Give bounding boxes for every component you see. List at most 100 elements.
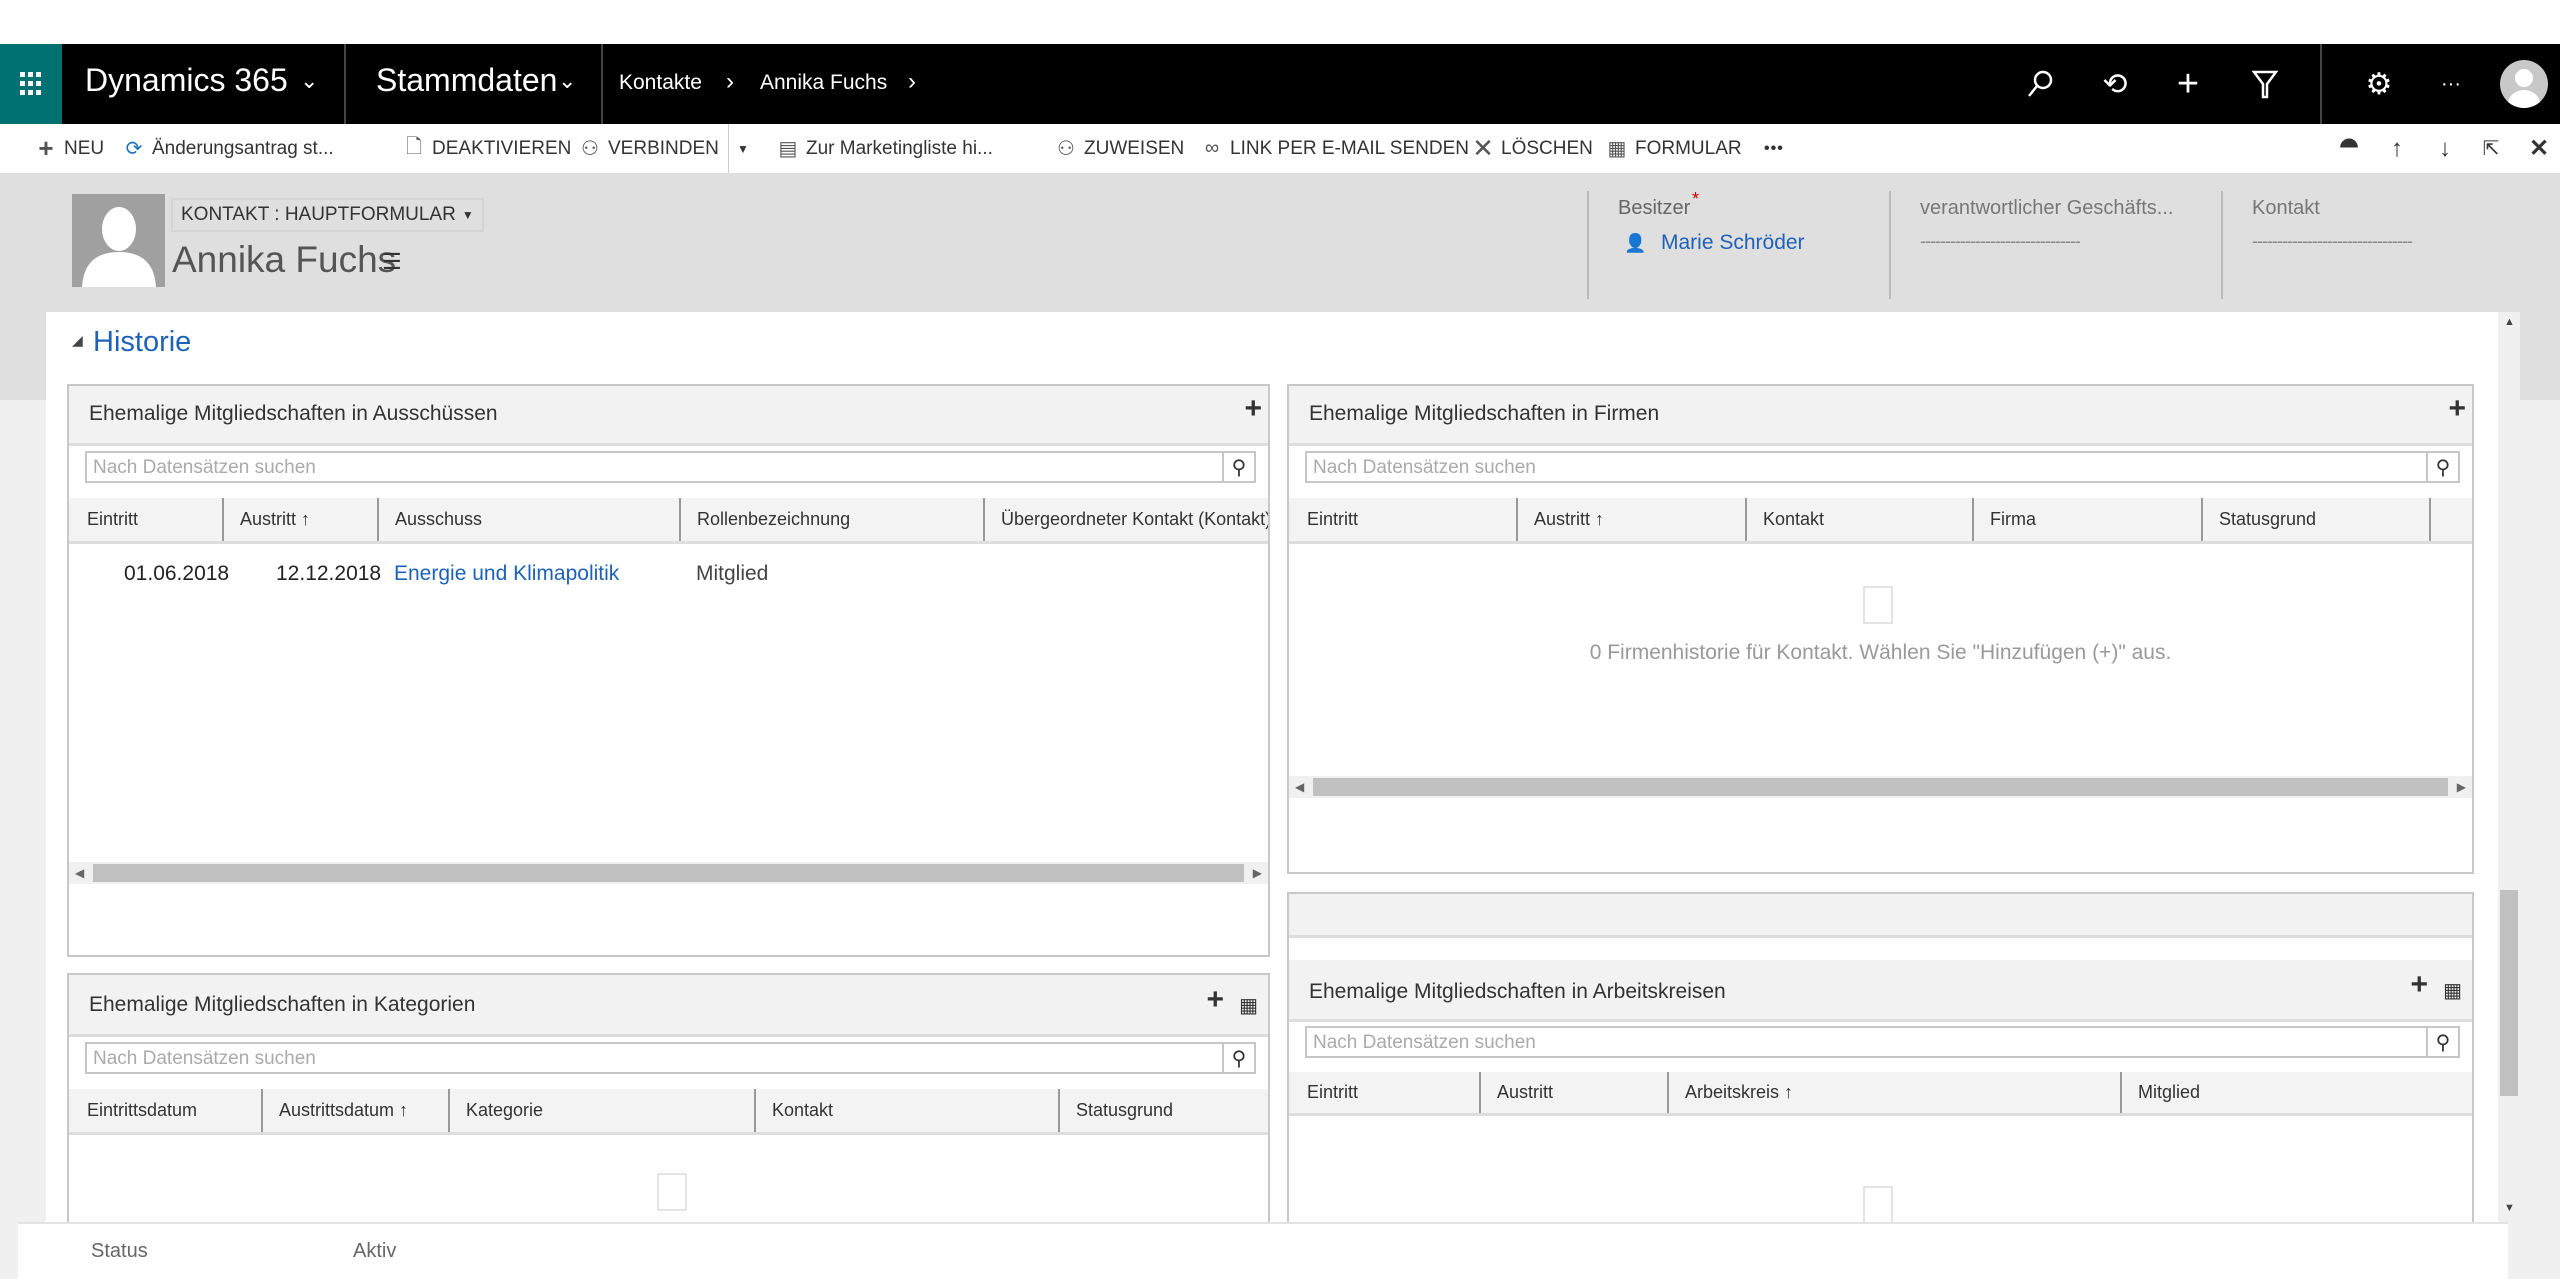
arrow-down-icon[interactable]: ↓ [2430,124,2460,173]
col-header[interactable]: Eintritt [1307,1072,1358,1113]
app-launcher-button[interactable] [0,44,62,124]
assign-button[interactable]: ⚇ Zuweisen [1054,124,1184,173]
connect-button[interactable]: ⚇ Verbinden [578,124,719,173]
scrollbar-thumb[interactable] [2500,890,2518,1096]
area-selector[interactable]: Stammdaten [376,62,557,99]
horizontal-scrollbar[interactable]: ◀ ▶ [69,862,1268,884]
grid-working-groups: Ehemalige Mitgliedschaften in Arbeitskre… [1287,892,2474,1272]
hierarchy-icon[interactable]: ⯊ [2334,124,2364,173]
email-link-button[interactable]: ∞ Link per E-Mail senden [1200,124,1469,173]
col-header[interactable]: Austrittsdatum ↑ [261,1089,408,1132]
blank-header [1289,894,2472,938]
col-header[interactable]: Eintrittsdatum [87,1089,197,1132]
col-header-spacer [2429,498,2447,541]
col-header[interactable]: Eintritt [87,498,138,541]
close-icon[interactable]: ✕ [2524,124,2554,173]
col-header[interactable]: Statusgrund [1058,1089,1173,1132]
connect-dropdown[interactable]: ▼ [728,124,749,173]
col-header[interactable]: Kontakt [754,1089,833,1132]
column-headers: Eintritt Austritt ↑ Kontakt Firma Status… [1289,498,2472,544]
chevron-down-icon[interactable]: ⌄ [558,68,576,94]
col-header[interactable]: Rollenbezeichnung [679,498,850,541]
collapse-triangle-icon[interactable]: ◢ [72,332,83,349]
gear-icon[interactable]: ⚙ [2361,66,2397,102]
status-label: Status [91,1240,148,1262]
col-header[interactable]: Kategorie [448,1089,543,1132]
chevron-down-icon[interactable]: ⌄ [300,68,318,94]
col-header[interactable]: Arbeitskreis ↑ [1667,1072,1793,1113]
search-input[interactable]: Nach Datensätzen suchen ⚲ [1305,451,2460,483]
add-icon[interactable]: + [1206,983,1224,1017]
col-header[interactable]: Austritt [1479,1072,1553,1113]
vertical-scrollbar[interactable]: ▲ ▼ [2498,312,2520,1222]
form-button[interactable]: ▦ Formular [1605,124,1742,173]
arrow-up-icon[interactable]: ↑ [2382,124,2412,173]
search-input[interactable]: Nach Datensätzen suchen ⚲ [85,1042,1256,1074]
more-commands-button[interactable]: ••• [1764,124,1784,173]
grid-view-icon[interactable]: ▦ [1239,993,1258,1018]
search-icon[interactable]: ⚲ [2426,1028,2458,1056]
add-icon[interactable]: + [2448,392,2466,426]
breadcrumb-kontakte[interactable]: Kontakte [619,71,702,95]
grid-title: Ehemalige Mitgliedschaften in Arbeitskre… [1309,980,1726,1003]
contact-label: Kontakt [2252,197,2320,219]
empty-message: 0 Firmenhistorie für Kontakt. Wählen Sie… [1589,641,2172,664]
more-icon[interactable]: ··· [2433,66,2469,102]
cell-committee-link[interactable]: Energie und Klimapolitik [394,562,619,586]
change-request-button[interactable]: ⟳ Änderungsantrag st... [122,124,334,173]
divider [344,44,346,124]
breadcrumb-record[interactable]: Annika Fuchs [760,71,887,95]
section-title[interactable]: Historie [93,326,191,359]
col-header[interactable]: Statusgrund [2201,498,2316,541]
chevron-right-icon[interactable]: › [908,68,916,96]
empty-document-icon [657,1173,687,1211]
search-input[interactable]: Nach Datensätzen suchen ⚲ [85,451,1256,483]
search-input[interactable]: Nach Datensätzen suchen ⚲ [1305,1026,2460,1058]
col-header[interactable]: Austritt ↑ [1516,498,1604,541]
contact-value[interactable]: -------------------------------- [2252,231,2413,252]
filter-icon[interactable] [2247,66,2283,102]
close-icon: ✕ [1472,133,1494,163]
popout-icon[interactable]: ⇱ [2476,124,2506,173]
user-icon: 👤 [1624,233,1647,253]
form-body: ◢ Historie Ehemalige Mitgliedschaften in… [46,312,2498,1273]
command-bar: + Neu ⟳ Änderungsantrag st... 🗋 Deaktiviere… [0,124,2560,173]
search-icon[interactable]: ⚲ [1222,453,1254,481]
record-menu-icon[interactable]: ☰ [382,249,402,275]
col-header[interactable]: Übergeordneter Kontakt (Kontakt) [983,498,1268,541]
table-row[interactable]: 01.06.2018 12.12.2018 Energie und Klimap… [69,558,1268,598]
col-header[interactable]: Austritt ↑ [222,498,310,541]
form-selector[interactable]: KONTAKT : HAUPTFORMULAR ▼ [171,198,484,232]
new-button[interactable]: + Neu [34,124,104,173]
divider [1889,191,1891,299]
owner-link[interactable]: Marie Schröder [1661,231,1805,255]
col-header[interactable]: Eintritt [1307,498,1358,541]
scroll-down-icon[interactable]: ▼ [2504,1202,2515,1214]
deactivate-icon: 🗋 [405,135,423,158]
col-header[interactable]: Firma [1972,498,2036,541]
cell-entry: 01.06.2018 [124,562,230,585]
responsible-value[interactable]: -------------------------------- [1920,231,2081,252]
waffle-icon [20,72,41,95]
add-to-marketing-list-button[interactable]: ▤ Zur Marketingliste hi... [776,124,993,173]
grid-view-icon[interactable]: ▦ [2443,978,2462,1003]
plus-icon[interactable]: + [2170,63,2206,105]
horizontal-scrollbar[interactable]: ◀ ▶ [1289,776,2472,798]
cell-exit: 12.12.2018 [276,562,382,585]
col-header[interactable]: Ausschuss [377,498,482,541]
col-header[interactable]: Mitglied [2120,1072,2200,1113]
history-icon[interactable]: ⟲ [2097,66,2133,102]
add-icon[interactable]: + [2410,968,2428,1002]
search-icon[interactable]: ⚲ [1222,1044,1254,1072]
column-headers: Eintritt Austritt Arbeitskreis ↑ Mitglie… [1289,1072,2472,1116]
delete-button[interactable]: ✕ Löschen [1471,124,1593,173]
scroll-up-icon[interactable]: ▲ [2504,316,2515,328]
search-icon[interactable]: ⚲ [2426,453,2458,481]
search-icon[interactable] [2022,66,2058,102]
col-header[interactable]: Kontakt [1745,498,1824,541]
contact-avatar[interactable] [72,194,165,287]
app-name[interactable]: Dynamics 365 [85,62,288,99]
user-avatar-icon[interactable] [2500,60,2548,108]
add-icon[interactable]: + [1244,392,1262,426]
deactivate-button[interactable]: 🗋 Deaktivieren [402,124,571,173]
